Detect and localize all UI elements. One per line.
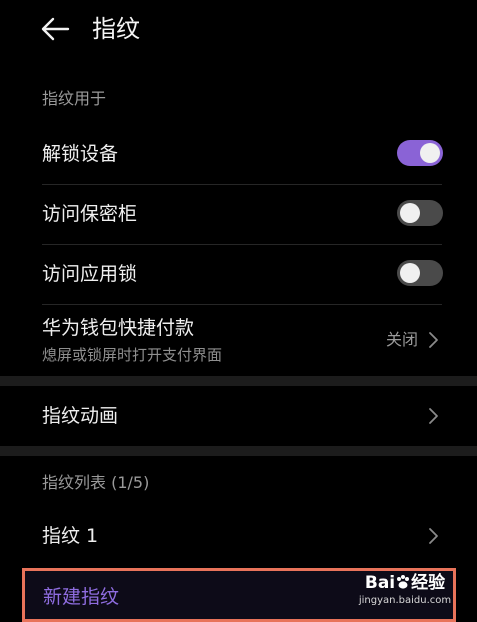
section-gap — [0, 446, 477, 456]
setting-label: 指纹动画 — [42, 405, 119, 427]
setting-label: 华为钱包快捷付款 — [42, 317, 195, 339]
setting-row-wallet[interactable]: 华为钱包快捷付款 熄屏或锁屏时打开支付界面 关闭 — [0, 304, 477, 376]
fingerprint-name: 指纹 1 — [42, 525, 99, 547]
section-label-fingerprint-list: 指纹列表 (1/5) — [42, 473, 150, 492]
watermark-logo: Bai 经验 — [364, 573, 446, 593]
app-lock-toggle[interactable] — [397, 260, 443, 286]
toggle-knob — [400, 263, 420, 283]
setting-label: 访问保密柜 — [42, 203, 138, 225]
app-header: 指纹 — [0, 0, 477, 60]
unlock-device-toggle[interactable] — [397, 140, 443, 166]
toggle-knob — [400, 203, 420, 223]
chevron-right-icon — [429, 528, 438, 544]
arrow-left-icon[interactable] — [40, 15, 70, 43]
fingerprint-list-item[interactable]: 指纹 1 — [0, 506, 477, 566]
paw-icon — [397, 575, 410, 589]
watermark-url: jingyan.baidu.com — [358, 595, 452, 606]
safe-access-toggle[interactable] — [397, 200, 443, 226]
new-fingerprint-label: 新建指纹 — [43, 586, 120, 608]
setting-label: 访问应用锁 — [42, 263, 138, 285]
setting-row-app-lock[interactable]: 访问应用锁 — [0, 244, 477, 304]
setting-row-animation[interactable]: 指纹动画 — [0, 386, 477, 446]
chevron-right-icon — [429, 408, 438, 424]
section-label-fingerprint-use: 指纹用于 — [42, 89, 107, 108]
chevron-right-icon — [429, 332, 438, 348]
setting-label: 解锁设备 — [42, 143, 119, 165]
setting-subtitle: 熄屏或锁屏时打开支付界面 — [42, 346, 223, 364]
setting-row-unlock-device[interactable]: 解锁设备 — [0, 124, 477, 184]
wallet-value: 关闭 — [386, 330, 419, 349]
toggle-knob — [420, 143, 440, 163]
baidu-watermark: Bai 经验 jingyan.baidu.com — [358, 572, 452, 618]
section-gap — [0, 376, 477, 386]
setting-row-safe[interactable]: 访问保密柜 — [0, 184, 477, 244]
page-title: 指纹 — [92, 15, 140, 43]
